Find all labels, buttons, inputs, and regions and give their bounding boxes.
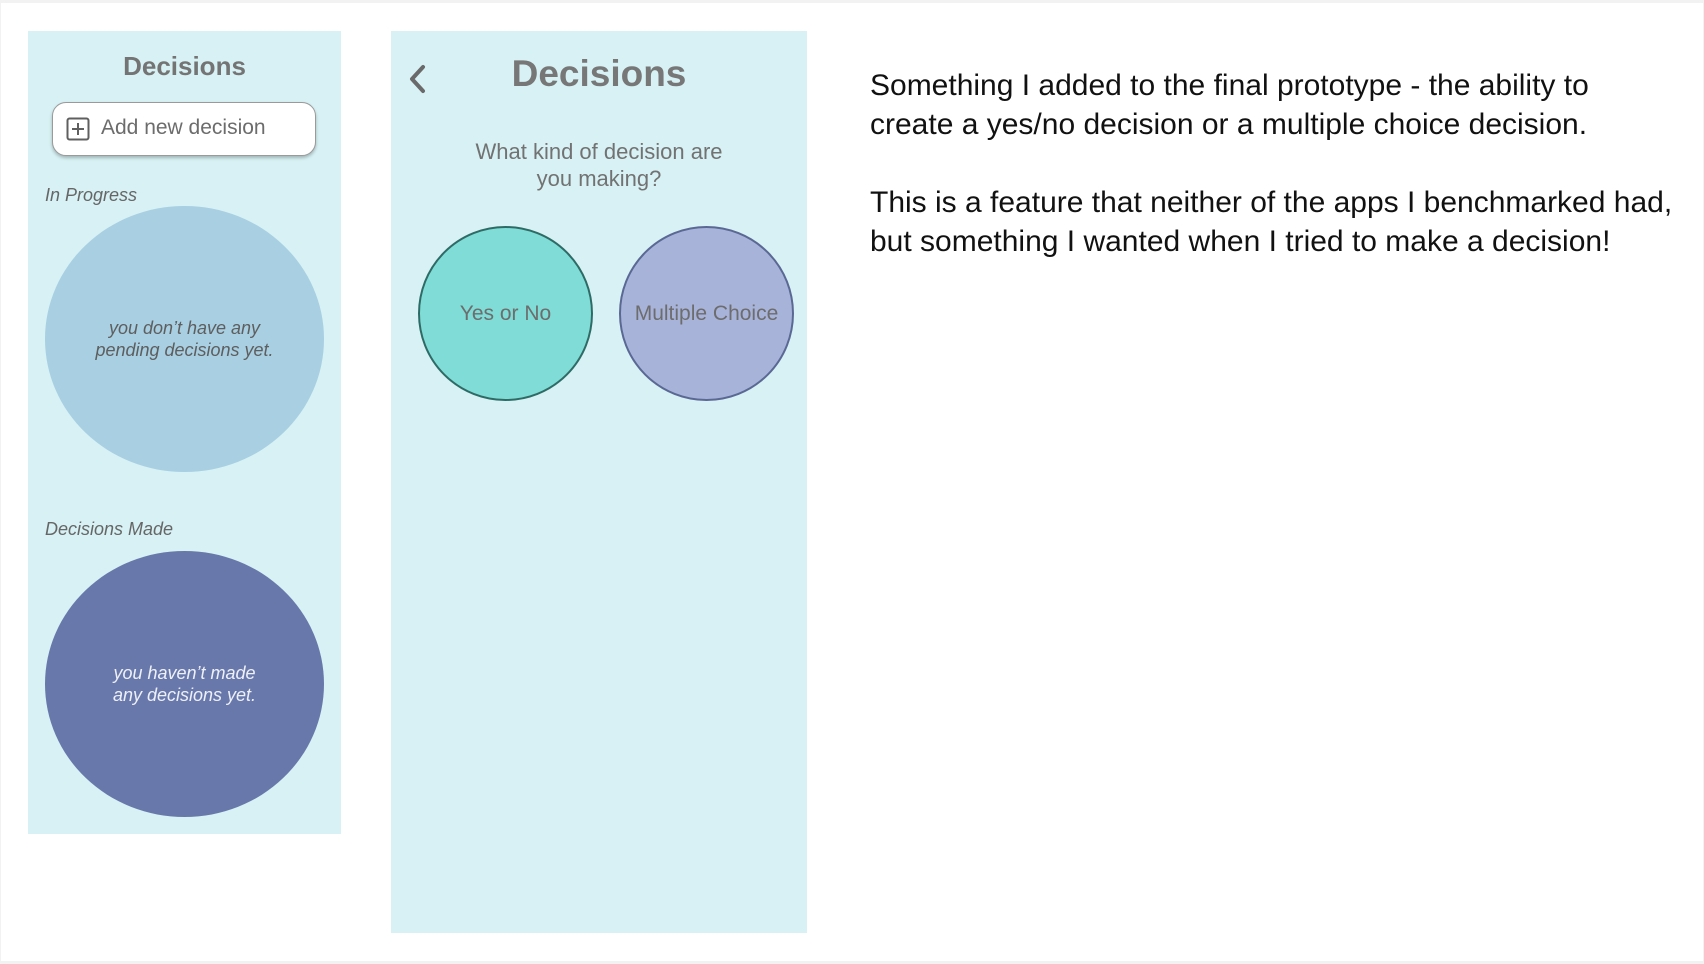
multiple-choice-label: Multiple Choice	[634, 301, 779, 325]
plus-square-icon	[66, 117, 90, 141]
decisions-made-label: Decisions Made	[45, 519, 174, 539]
decision-type-question: What kind of decision are you making?	[475, 139, 723, 191]
in-progress-empty-text: you don’t have any pending decisions yet…	[95, 318, 274, 360]
yes-or-no-label: Yes or No	[459, 301, 552, 325]
slide: Decisions Add new decision In Progress y…	[1, 3, 1703, 961]
decision-type-screen: Decisions What kind of decision are you …	[391, 31, 807, 933]
page-title: Decisions	[123, 51, 246, 81]
decisions-made-empty-text: you haven’t made any decisions yet.	[112, 663, 257, 705]
in-progress-circle: you don’t have any pending decisions yet…	[45, 206, 324, 472]
add-new-decision-button[interactable]: Add new decision	[52, 102, 316, 156]
decisions-made-circle: you haven’t made any decisions yet.	[45, 551, 324, 817]
note-paragraph-2: This is a feature that neither of the ap…	[870, 186, 1673, 258]
note-paragraph-1: Something I added to the final prototype…	[870, 69, 1589, 141]
in-progress-label: In Progress	[45, 185, 138, 205]
yes-or-no-button[interactable]: Yes or No	[418, 226, 593, 401]
decisions-home-screen: Decisions Add new decision In Progress y…	[28, 31, 341, 834]
page-title: Decisions	[511, 53, 687, 94]
add-new-decision-label: Add new decision	[101, 116, 266, 139]
multiple-choice-button[interactable]: Multiple Choice	[619, 226, 794, 401]
